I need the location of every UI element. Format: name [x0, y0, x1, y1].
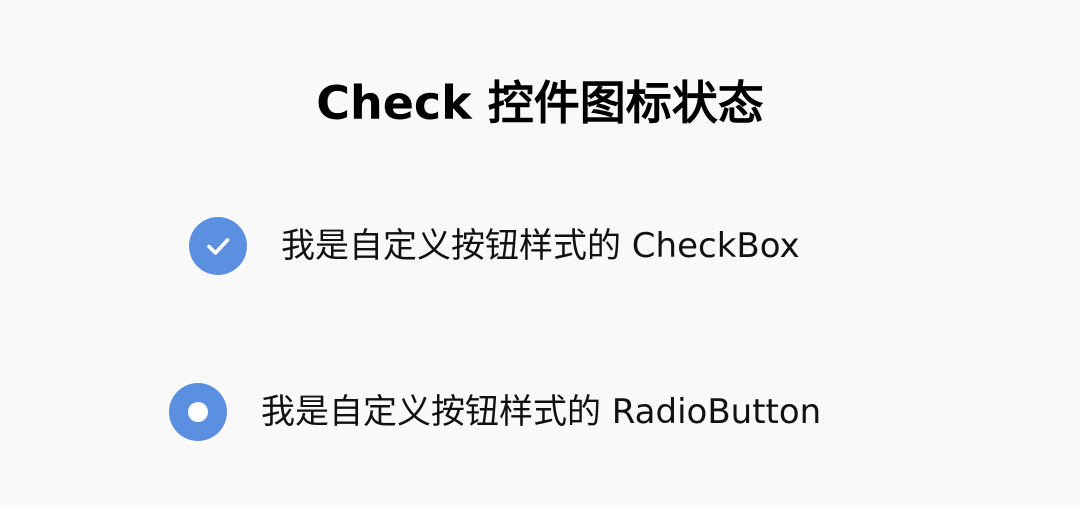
custom-checkbox[interactable]	[189, 217, 247, 275]
custom-checkbox-row[interactable]: 我是自定义按钮样式的 CheckBox	[189, 216, 800, 276]
radio-dot-icon	[188, 402, 208, 422]
radio-label: 我是自定义按钮样式的 RadioButton	[261, 392, 822, 432]
custom-radio-row[interactable]: 我是自定义按钮样式的 RadioButton	[169, 382, 821, 442]
check-icon	[207, 238, 230, 255]
page-title: Check 控件图标状态	[316, 76, 764, 130]
checkbox-label: 我是自定义按钮样式的 CheckBox	[281, 226, 800, 266]
custom-radio-button[interactable]	[169, 383, 227, 441]
